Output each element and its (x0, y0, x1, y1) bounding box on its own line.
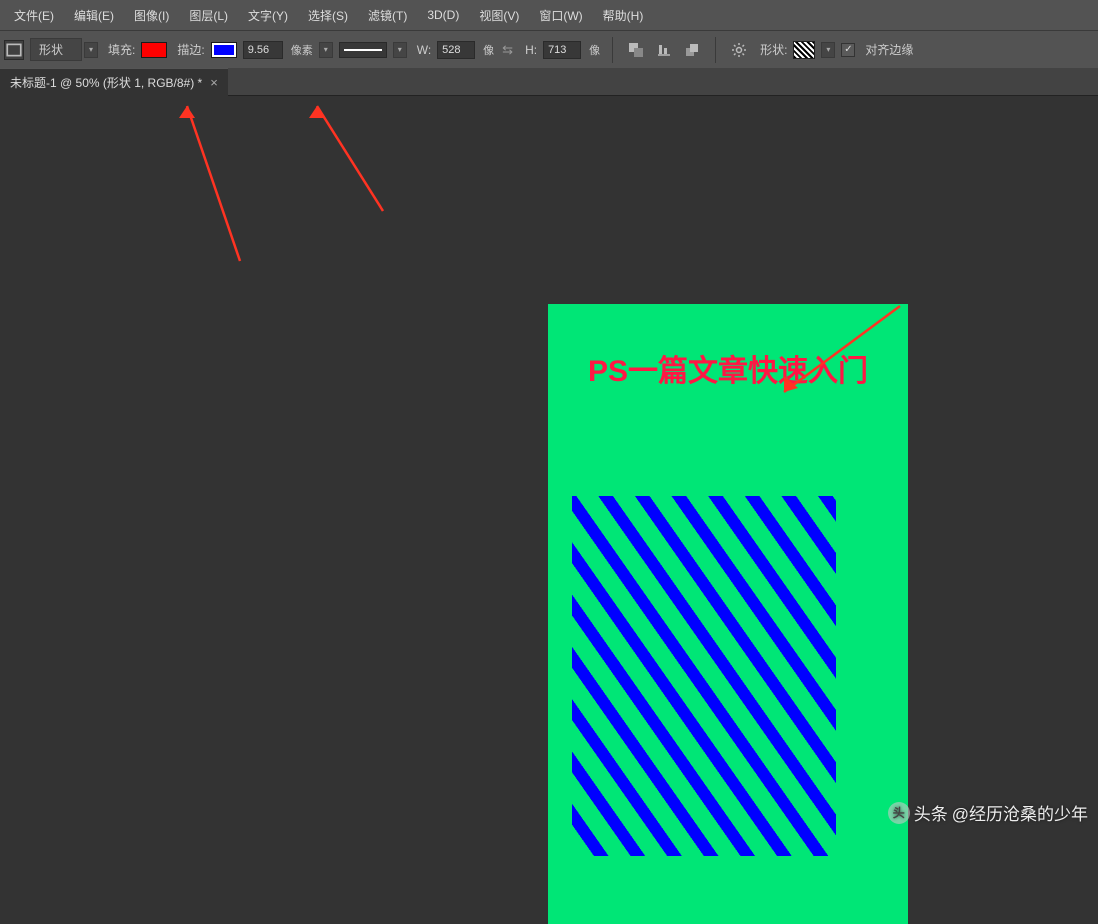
menu-layer[interactable]: 图层(L) (179, 7, 238, 24)
document-tab-title: 未标题-1 @ 50% (形状 1, RGB/8#) * (10, 74, 202, 91)
height-label: H: (525, 43, 537, 57)
tool-mode-label: 形状 (30, 38, 82, 61)
width-label: W: (417, 43, 431, 57)
striped-shape[interactable] (572, 496, 836, 856)
custom-shape-pattern[interactable] (793, 41, 815, 59)
stroke-style-select[interactable] (339, 42, 387, 58)
align-edges-label: 对齐边缘 (865, 41, 913, 58)
menu-window[interactable]: 窗口(W) (529, 7, 592, 24)
stroke-style-dropdown-icon[interactable]: ▾ (393, 42, 407, 58)
watermark: 头 头条 @经历沧桑的少年 (888, 800, 1088, 825)
fill-color-swatch[interactable] (141, 42, 167, 58)
menu-3d[interactable]: 3D(D) (417, 8, 469, 22)
stroke-width-input[interactable] (243, 41, 283, 59)
menu-filter[interactable]: 滤镜(T) (358, 7, 417, 24)
menu-type[interactable]: 文字(Y) (238, 7, 298, 24)
stroke-width-dropdown-icon[interactable]: ▾ (319, 42, 333, 58)
document-tab[interactable]: 未标题-1 @ 50% (形状 1, RGB/8#) * × (0, 68, 228, 96)
watermark-handle: @经历沧桑的少年 (952, 800, 1088, 825)
height-input[interactable] (543, 41, 581, 59)
rectangle-tool-icon[interactable] (4, 40, 24, 60)
width-unit: 像 (483, 42, 494, 58)
document-title-text: PS一篇文章快速入门 (548, 304, 908, 390)
menu-help[interactable]: 帮助(H) (593, 7, 654, 24)
menu-bar: 文件(E) 编辑(E) 图像(I) 图层(L) 文字(Y) 选择(S) 滤镜(T… (0, 0, 1098, 30)
link-icon[interactable]: ⇆ (500, 42, 515, 58)
separator (612, 37, 613, 63)
menu-edit[interactable]: 编辑(E) (64, 7, 124, 24)
options-bar: 形状 ▾ 填充: 描边: 像素 ▾ ▾ W: 像 ⇆ H: 像 形状: ▾ ✓ … (0, 30, 1098, 68)
width-input[interactable] (437, 41, 475, 59)
stroke-solid-icon (344, 49, 382, 51)
path-arrange-icon[interactable] (681, 40, 703, 60)
chevron-down-icon: ▾ (84, 42, 98, 58)
stroke-label: 描边: (177, 41, 204, 58)
annotation-arrow-fill (175, 96, 255, 266)
menu-file[interactable]: 文件(E) (4, 7, 64, 24)
document-tab-bar: 未标题-1 @ 50% (形状 1, RGB/8#) * × (0, 68, 1098, 96)
stroke-color-swatch[interactable] (211, 42, 237, 58)
shape-pattern-dropdown-icon[interactable]: ▾ (821, 42, 835, 58)
fill-label: 填充: (108, 41, 135, 58)
watermark-prefix: 头条 (914, 800, 948, 825)
path-operations-icon[interactable] (625, 40, 647, 60)
close-icon[interactable]: × (210, 75, 218, 90)
menu-view[interactable]: 视图(V) (469, 7, 529, 24)
align-edges-checkbox[interactable]: ✓ (841, 43, 855, 57)
stroke-width-unit: 像素 (291, 42, 313, 58)
tool-mode-select[interactable]: 形状 ▾ (30, 38, 98, 61)
canvas-area[interactable]: PS一篇文章快速入门 (0, 96, 1098, 849)
menu-image[interactable]: 图像(I) (124, 7, 179, 24)
shape-pattern-label: 形状: (760, 41, 787, 58)
menu-select[interactable]: 选择(S) (298, 7, 358, 24)
separator (715, 37, 716, 63)
path-align-icon[interactable] (653, 40, 675, 60)
document-canvas[interactable]: PS一篇文章快速入门 (548, 304, 908, 924)
watermark-logo-icon: 头 (888, 802, 910, 824)
annotation-arrow-stroke (305, 96, 395, 216)
height-unit: 像 (589, 42, 600, 58)
diagonal-stripe-pattern (572, 496, 836, 856)
gear-icon[interactable] (728, 40, 750, 60)
